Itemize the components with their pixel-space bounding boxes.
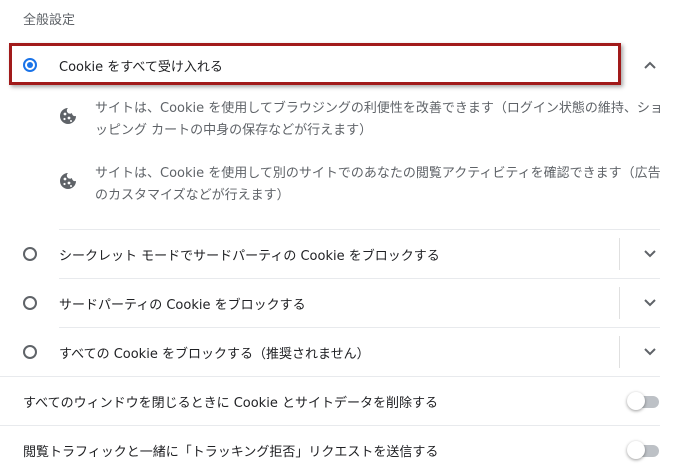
- option-label: すべての Cookie をブロックする（推奨されません）: [59, 346, 370, 362]
- description-text: サイトは、Cookie を使用してブラウジングの利便性を改善できます（ログイン状…: [95, 101, 663, 138]
- description-text: サイトは、Cookie を使用して別のサイトでのあなたの閲覧アクティビティを確認…: [95, 166, 661, 203]
- description-item: サイトは、Cookie を使用して別のサイトでのあなたの閲覧アクティビティを確認…: [59, 163, 664, 209]
- chevron-down-icon[interactable]: [642, 295, 658, 311]
- do-not-track-toggle[interactable]: [627, 440, 661, 460]
- radio-block-all-cookies[interactable]: [23, 345, 37, 359]
- radio-accept-all-cookies[interactable]: [23, 58, 37, 72]
- vertical-separator: [619, 238, 620, 270]
- option-block-third-party-incognito[interactable]: シークレット モードでサードパーティの Cookie をブロックする: [0, 230, 680, 278]
- toggle-label: 閲覧トラフィックと一緒に「トラッキング拒否」リクエストを送信する: [23, 444, 439, 460]
- option-label: サードパーティの Cookie をブロックする: [59, 297, 306, 313]
- radio-block-third-party-incognito[interactable]: [23, 247, 37, 261]
- chevron-up-icon[interactable]: [642, 57, 658, 73]
- cookie-icon: [59, 172, 77, 190]
- toggle-knob: [627, 392, 645, 410]
- toggle-row-clear-on-exit[interactable]: すべてのウィンドウを閉じるときに Cookie とサイトデータを削除する: [0, 377, 680, 425]
- chevron-down-icon[interactable]: [642, 246, 658, 262]
- option-accept-all-cookies[interactable]: Cookie をすべて受け入れる: [0, 41, 680, 89]
- general-settings-title: 全般設定: [23, 13, 76, 28]
- vertical-separator: [619, 287, 620, 319]
- option-label: シークレット モードでサードパーティの Cookie をブロックする: [59, 248, 440, 264]
- description-item: サイトは、Cookie を使用してブラウジングの利便性を改善できます（ログイン状…: [59, 98, 664, 144]
- toggle-knob: [627, 441, 645, 459]
- clear-on-exit-toggle[interactable]: [627, 391, 661, 411]
- radio-block-third-party[interactable]: [23, 296, 37, 310]
- cookie-icon: [59, 107, 77, 125]
- option-block-third-party[interactable]: サードパーティの Cookie をブロックする: [0, 279, 680, 327]
- option-label: Cookie をすべて受け入れる: [59, 59, 223, 75]
- vertical-separator: [619, 336, 620, 368]
- chevron-down-icon[interactable]: [642, 344, 658, 360]
- toggle-row-do-not-track[interactable]: 閲覧トラフィックと一緒に「トラッキング拒否」リクエストを送信する: [0, 426, 680, 474]
- toggle-label: すべてのウィンドウを閉じるときに Cookie とサイトデータを削除する: [23, 395, 438, 411]
- option-block-all-cookies[interactable]: すべての Cookie をブロックする（推奨されません）: [0, 328, 680, 376]
